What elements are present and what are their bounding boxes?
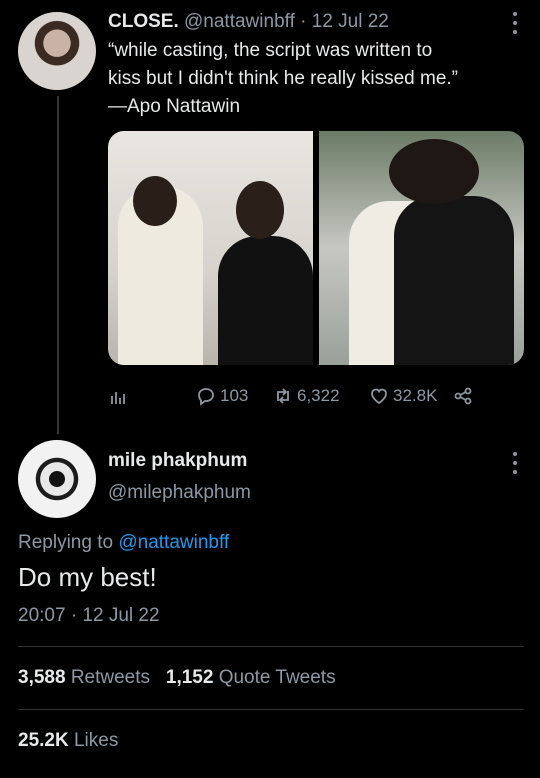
media-photo-1[interactable] [108,131,313,365]
parent-tweet-text: “while casting, the script was written t… [108,37,523,121]
parent-media-grid [108,131,524,365]
share-icon [454,387,472,405]
reply-icon [198,388,214,406]
like-button[interactable]: 32.8K [369,383,437,409]
retweet-quote-stats: 3,588 Retweets 1,152 Quote Tweets [18,667,336,689]
retweets-label: Retweets [70,667,151,688]
likes-count: 25.2K [18,730,69,751]
reply-handle[interactable]: @milephakphum [108,482,251,504]
heart-icon [371,388,387,405]
media-photo-2[interactable] [319,131,524,365]
parent-tweet-header: CLOSE. @nattawinbff · 12 Jul 22 [108,10,389,34]
parent-text-line: —Apo Nattawin [108,96,241,117]
replying-to-line: Replying to @nattawinbff [18,532,229,554]
quotes-count: 1,152 [165,667,214,688]
divider [18,709,524,710]
parent-date[interactable]: 12 Jul 22 [312,11,389,32]
parent-display-name[interactable]: CLOSE. [108,11,179,32]
parent-text-line: kiss but I didn't think he really kissed… [108,68,458,89]
parent-text-line: “while casting, the script was written t… [108,40,433,61]
parent-more-icon[interactable] [512,12,518,34]
likes-label: Likes [73,730,119,751]
share-button[interactable] [453,383,473,409]
reply-button[interactable]: 103 [196,383,248,409]
reply-count: 103 [220,386,249,405]
retweets-stat[interactable]: 3,588 Retweets [18,667,150,688]
parent-handle[interactable]: @nattawinbff [184,11,295,32]
reply-display-name[interactable]: mile phakphum [108,450,247,472]
analytics-icon [111,392,125,404]
reply-more-icon[interactable] [512,452,518,474]
reply-timestamp[interactable]: 20:07 · 12 Jul 22 [18,605,160,627]
quotes-stat[interactable]: 1,152 Quote Tweets [166,667,336,688]
parent-separator: · [300,11,307,32]
replying-to-link[interactable]: @nattawinbff [118,532,229,553]
retweet-icon [277,388,289,404]
parent-action-bar: 103 6,322 32.8K [108,383,524,409]
quotes-label: Quote Tweets [218,667,336,688]
likes-stat[interactable]: 25.2K Likes [18,730,118,752]
retweet-count: 6,322 [297,386,340,405]
reply-tweet-text: Do my best! [18,562,157,592]
retweets-count: 3,588 [18,667,66,688]
retweet-button[interactable]: 6,322 [273,383,340,409]
replying-prefix: Replying to [18,532,114,553]
like-count: 32.8K [393,386,438,405]
thread-connector-line [57,96,59,434]
reply-avatar[interactable] [18,440,96,518]
analytics-button[interactable] [108,383,128,409]
divider [18,646,524,647]
parent-avatar[interactable] [18,12,96,90]
